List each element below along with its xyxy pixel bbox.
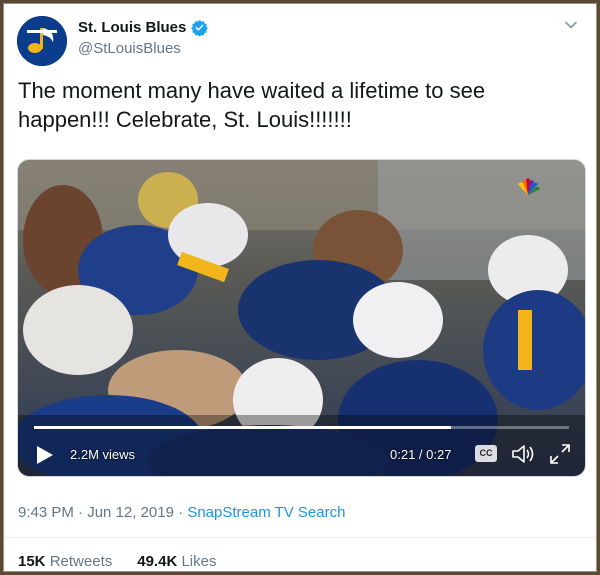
account-name-row: St. Louis Blues <box>78 19 209 36</box>
tweet-text: The moment many have waited a lifetime t… <box>18 78 486 132</box>
progress-fill <box>34 426 452 429</box>
volume-icon[interactable] <box>510 442 536 466</box>
fullscreen-icon[interactable] <box>548 442 572 466</box>
tweet-meta: 9:43 PM · Jun 12, 2019 · SnapStream TV S… <box>18 504 345 521</box>
retweets-count: 15K <box>18 553 46 570</box>
progress-bar[interactable] <box>34 426 569 429</box>
retweets-stat[interactable]: 15K Retweets <box>18 553 112 570</box>
likes-count: 49.4K <box>137 553 178 570</box>
likes-stat[interactable]: 49.4K Likes <box>137 553 216 570</box>
chevron-down-icon[interactable] <box>564 18 578 32</box>
play-icon[interactable] <box>36 445 54 465</box>
account-handle[interactable]: @StLouisBlues <box>78 40 181 57</box>
captions-button[interactable]: CC <box>475 445 497 462</box>
tweet-date[interactable]: Jun 12, 2019 <box>87 504 174 521</box>
verified-badge-icon <box>191 20 209 36</box>
meta-separator-2: · <box>173 504 188 521</box>
likes-label: Likes <box>181 553 217 570</box>
avatar[interactable] <box>17 16 67 66</box>
nbc-peacock-icon <box>518 178 540 195</box>
video-time: 0:21 / 0:27 <box>390 447 452 462</box>
account-name[interactable]: St. Louis Blues <box>78 19 186 36</box>
retweets-label: Retweets <box>49 553 113 570</box>
blues-note-logo-icon <box>17 16 67 66</box>
view-count: 2.2M views <box>70 447 136 462</box>
tweet-source-link[interactable]: SnapStream TV Search <box>187 504 345 521</box>
tweet-time[interactable]: 9:43 PM <box>18 504 74 521</box>
video-player[interactable]: 2.2M views 0:21 / 0:27 CC <box>17 159 586 477</box>
meta-separator: · <box>73 504 88 521</box>
divider <box>4 537 596 538</box>
tweet-card: St. Louis Blues @StLouisBlues The moment… <box>3 3 597 572</box>
tweet-stats: 15K Retweets 49.4K Likes <box>18 553 216 570</box>
